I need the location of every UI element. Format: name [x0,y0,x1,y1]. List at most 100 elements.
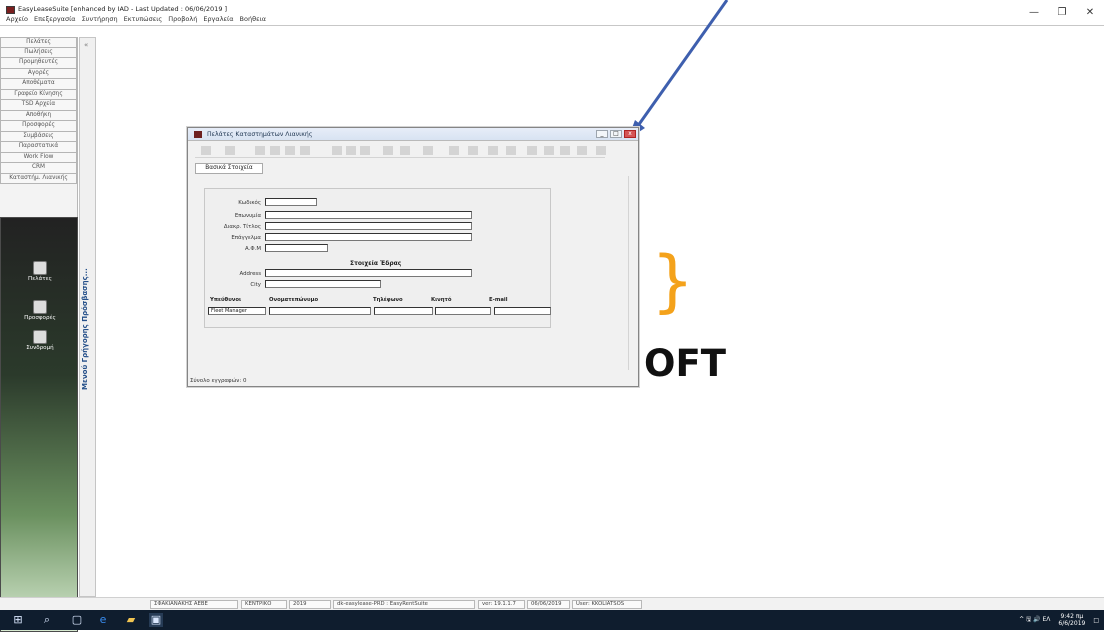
copy-icon[interactable] [332,146,342,155]
title-divider [0,25,1104,26]
paste-icon[interactable] [346,146,356,155]
branch-status: ΚΕΝΤΡΙΚΟ [241,600,287,609]
clock[interactable]: 9:42 πμ 6/6/2019 [1058,613,1085,627]
refresh-icon[interactable] [560,146,570,155]
date-text: 6/6/2019 [1058,620,1086,627]
headquarters-section-title: Στοιχεία Έδρας [350,260,402,267]
menu-edit[interactable]: Επεξεργασία [34,15,76,25]
sidebar-item-crm[interactable]: CRM [0,163,77,174]
close-button[interactable]: ✕ [1076,0,1104,24]
code-label: Κωδικός [238,200,261,206]
next-record-icon[interactable] [285,146,295,155]
address-field[interactable] [265,269,472,277]
dialog-scrollbar[interactable] [628,176,636,370]
color-tool-icon[interactable] [527,146,537,155]
save-icon[interactable] [383,146,393,155]
menu-help[interactable]: Βοήθεια [240,15,267,25]
dialog-minimize-button[interactable]: _ [596,130,608,138]
sidebar-item-sales[interactable]: Πωλήσεις [0,47,77,58]
maximize-button[interactable]: ❐ [1048,0,1076,24]
quick-customers[interactable]: Πελάτες [13,261,67,282]
notification-icon[interactable]: □ [1093,617,1099,624]
sidebar-item-workflow[interactable]: Work Flow [0,152,77,163]
windows-start-icon[interactable]: ⊞ [11,613,25,627]
document-icon[interactable] [506,146,516,155]
contact-phone-cell[interactable] [374,307,433,315]
user-status: User: KKOLIATSOS [572,600,642,609]
sidebar-item-tsd[interactable]: TSD Αρχεία [0,100,77,111]
camera-icon[interactable] [468,146,478,155]
sidebar-item-suppliers[interactable]: Προμηθευτές [0,58,77,69]
quick-access-panel: Πελάτες Προσφορές Συνδρομή [0,217,78,632]
company-field[interactable] [265,211,472,219]
application-window: EasyLeaseSuite [enhanced by IAD - Last U… [0,0,1104,632]
contact-mobile-cell[interactable] [435,307,491,315]
file-explorer-icon[interactable]: ▰ [124,613,138,627]
first-record-icon[interactable] [255,146,265,155]
city-label: City [250,282,261,288]
window-title: EasyLeaseSuite [enhanced by IAD - Last U… [18,5,228,13]
contact-name-cell[interactable] [269,307,371,315]
code-field[interactable] [265,198,317,206]
record-menu-icon[interactable] [225,146,235,155]
dialog-close-button[interactable]: x [624,130,636,138]
contact-email-cell[interactable] [494,307,551,315]
sidebar-item-office[interactable]: Γραφείο Κίνησης [0,89,77,100]
quick-offers-label: Προσφορές [24,315,56,321]
application-icon [6,6,15,14]
sidebar-item-contracts[interactable]: Συμβάσεις [0,131,77,142]
address-label: Address [239,271,261,277]
collapse-arrow-icon[interactable]: « [84,41,88,49]
search-icon[interactable]: ⌕ [40,613,54,627]
last-record-icon[interactable] [300,146,310,155]
attach-icon[interactable] [577,146,587,155]
menu-tools[interactable]: Εργαλεία [203,15,233,25]
find-icon[interactable] [360,146,370,155]
vat-field[interactable] [265,244,328,252]
quick-access-toggle[interactable]: « Μενού Γρήγορης Πρόσβασης... [79,37,96,597]
record-count: Σύνολο εγγραφών: 0 [190,378,247,384]
sidebar-item-stock[interactable]: Αποθέματα [0,79,77,90]
green-tool-icon[interactable] [544,146,554,155]
subscription-icon [33,330,47,344]
sidebar-item-purchases[interactable]: Αγορές [0,68,77,79]
sidebar-item-documents[interactable]: Παραστατικά [0,142,77,153]
edge-icon[interactable]: e [96,613,110,627]
dialog-maximize-button[interactable]: □ [610,130,622,138]
tray-icons[interactable]: ^ 🖫 🔊 ΕΛ [1019,615,1050,625]
sidebar-item-warehouse[interactable]: Αποθήκη [0,110,77,121]
previous-record-icon[interactable] [270,146,280,155]
menu-file[interactable]: Αρχείο [6,15,28,25]
date-status: 06/06/2019 [527,600,570,609]
quick-subscription[interactable]: Συνδρομή [13,330,67,351]
sidebar-item-offers[interactable]: Προσφορές [0,121,77,132]
customer-form: Κωδικός Επωνυμία Διακρ. Τίτλος Επάγγελμα… [204,188,551,328]
new-record-icon[interactable] [201,146,211,155]
menu-view[interactable]: Προβολή [168,15,197,25]
menu-reports[interactable]: Εκτυπώσεις [124,15,163,25]
minimize-button[interactable]: — [1020,0,1048,24]
profession-field[interactable] [265,233,472,241]
grid-icon[interactable] [449,146,459,155]
tab-basic-info[interactable]: Βασικά Στοιχεία [195,163,263,174]
windows-taskbar: ⊞ ⌕ ▢ e ▰ ▣ ^ 🖫 🔊 ΕΛ 9:42 πμ 6/6/2019 □ [0,610,1104,630]
quick-offers[interactable]: Προσφορές [13,300,67,321]
contact-role-cell[interactable]: Fleet Manager [208,307,266,315]
quick-subscription-label: Συνδρομή [26,345,54,351]
menu-maintenance[interactable]: Συντήρηση [82,15,118,25]
customers-icon [33,261,47,275]
trade-title-field[interactable] [265,222,472,230]
binoculars-icon[interactable] [596,146,606,155]
task-view-icon[interactable]: ▢ [70,613,84,627]
dialog-toolbar [195,144,606,158]
main-sidebar: Πελάτες Πωλήσεις Προμηθευτές Αγορές Αποθ… [0,37,78,632]
easylease-taskbar-icon[interactable]: ▣ [149,613,163,627]
report-icon[interactable] [423,146,433,155]
city-field[interactable] [265,280,381,288]
sidebar-item-customers[interactable]: Πελάτες [0,37,77,48]
trade-title-label: Διακρ. Τίτλος [223,224,261,230]
undo-icon[interactable] [400,146,410,155]
header-full-name: Ονοματεπώνυμο [269,297,319,303]
printer-icon[interactable] [488,146,498,155]
sidebar-item-retail[interactable]: Καταστήμ. Λιανικής [0,173,77,184]
